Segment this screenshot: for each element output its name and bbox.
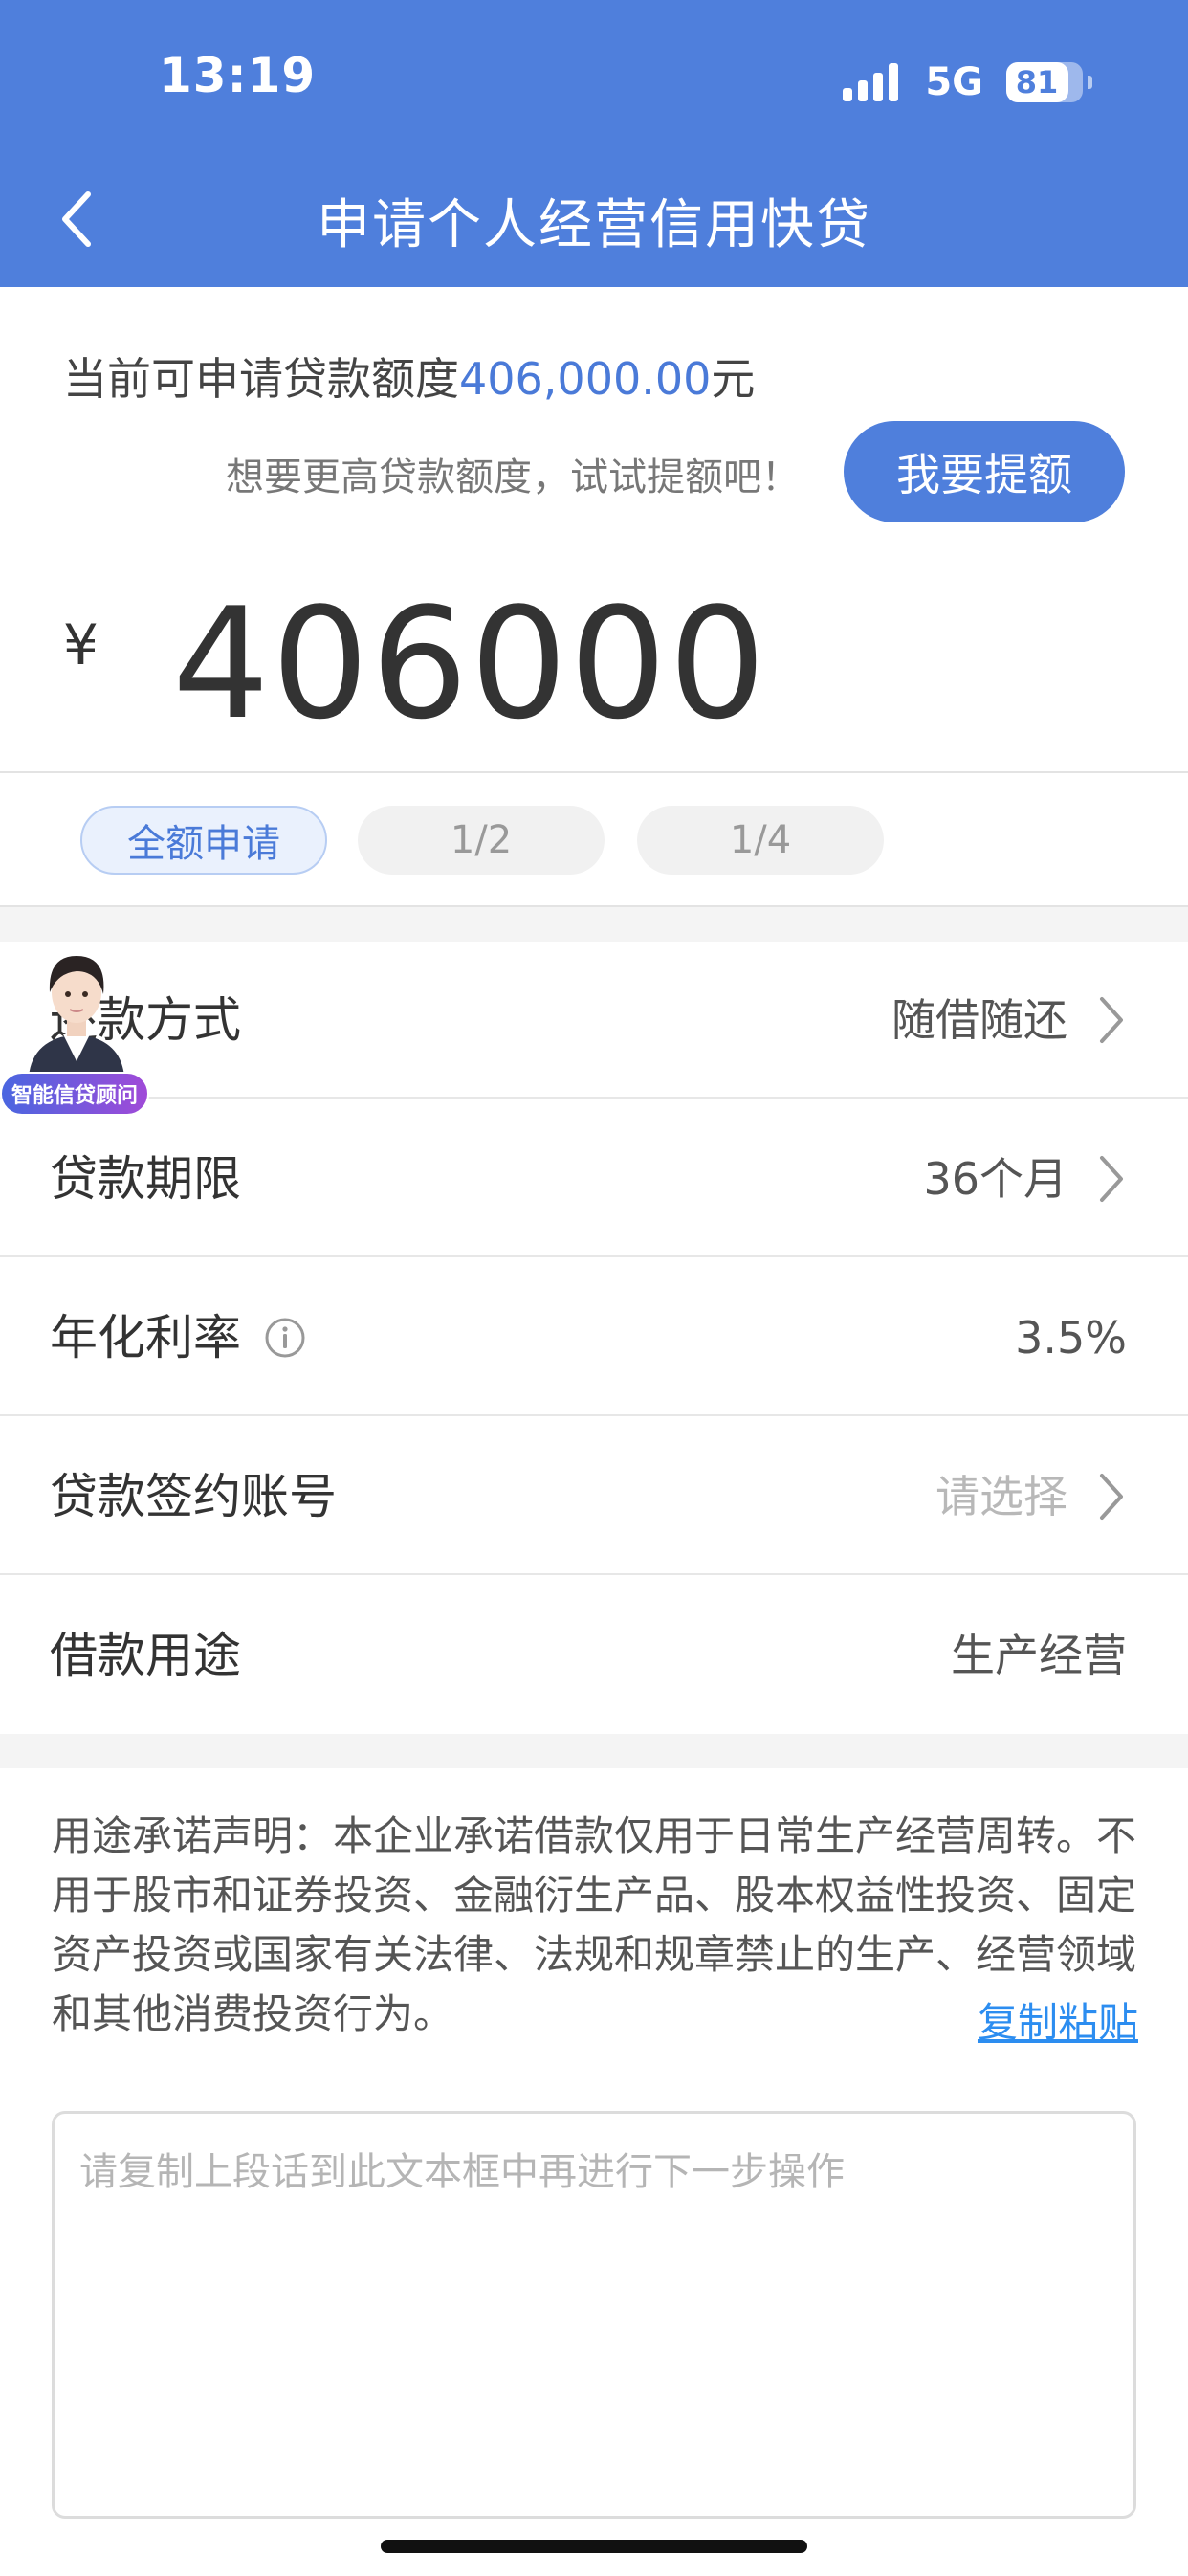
info-icon[interactable]: [264, 1317, 306, 1359]
currency-symbol: ¥: [63, 612, 99, 677]
battery-icon: 81: [1006, 62, 1092, 102]
signing-account-value: 请选择: [935, 1471, 1067, 1522]
divider: [0, 771, 1188, 773]
status-icons: 5G 81: [843, 59, 1092, 105]
loan-term-label: 贷款期限: [50, 1151, 241, 1207]
network-type: 5G: [925, 60, 983, 104]
loan-term-value: 36个月: [923, 1153, 1067, 1205]
loan-purpose-label: 借款用途: [50, 1628, 241, 1683]
chevron-right-icon: [1100, 1474, 1123, 1520]
smart-advisor-widget[interactable]: 智能信贷顾问: [0, 943, 153, 1120]
signal-icon: [843, 63, 904, 101]
home-indicator: [381, 2540, 807, 2553]
limit-prefix: 当前可申请贷款额度: [63, 353, 459, 405]
advisor-avatar: [29, 956, 124, 1077]
limit-suffix: 元: [711, 353, 756, 405]
purpose-statement: 用途承诺声明：本企业承诺借款仅用于日常生产经营周转。不用于股市和证券投资、金融衍…: [52, 1812, 1137, 2037]
status-time: 13:19: [159, 48, 317, 103]
page-title: 申请个人经营信用快贷: [317, 194, 871, 256]
row-loan-purpose: 借款用途 生产经营: [0, 1577, 1188, 1734]
copy-paste-link[interactable]: 复制粘贴: [978, 1990, 1138, 2049]
limit-amount: 406,000.00: [459, 353, 712, 405]
raise-limit-button[interactable]: 我要提额: [844, 421, 1125, 522]
statement-textarea[interactable]: [52, 2111, 1136, 2519]
raise-limit-tip: 想要更高贷款额度，试试提额吧！: [226, 455, 800, 500]
repay-method-value: 随借随还: [891, 994, 1067, 1046]
row-signing-account[interactable]: 贷款签约账号 请选择: [0, 1418, 1188, 1575]
available-limit-text: 当前可申请贷款额度406,000.00元: [63, 344, 755, 408]
row-loan-term[interactable]: 贷款期限 36个月: [0, 1100, 1188, 1257]
annual-rate-label: 年化利率: [50, 1310, 241, 1366]
loan-amount-input[interactable]: 406000: [172, 574, 768, 753]
annual-rate-value: 3.5%: [1015, 1312, 1127, 1364]
signing-account-label: 贷款签约账号: [50, 1469, 337, 1524]
app-header: 13:19 5G 81 申请个人经营信用快贷: [0, 0, 1188, 287]
chevron-right-icon: [1100, 1156, 1123, 1202]
loan-purpose-value: 生产经营: [951, 1630, 1127, 1681]
chip-quarter-amount[interactable]: 1/4: [637, 806, 884, 875]
advisor-badge: 智能信贷顾问: [0, 1072, 149, 1116]
chip-half-amount[interactable]: 1/2: [358, 806, 605, 875]
chevron-right-icon: [1100, 997, 1123, 1043]
section-gap: [0, 905, 1188, 942]
chip-full-amount[interactable]: 全额申请: [80, 806, 327, 875]
section-gap: [0, 1734, 1188, 1768]
row-annual-rate: 年化利率 3.5%: [0, 1259, 1188, 1416]
battery-level: 81: [1015, 64, 1059, 100]
row-repay-method[interactable]: 还款方式 随借随还: [0, 942, 1188, 1099]
